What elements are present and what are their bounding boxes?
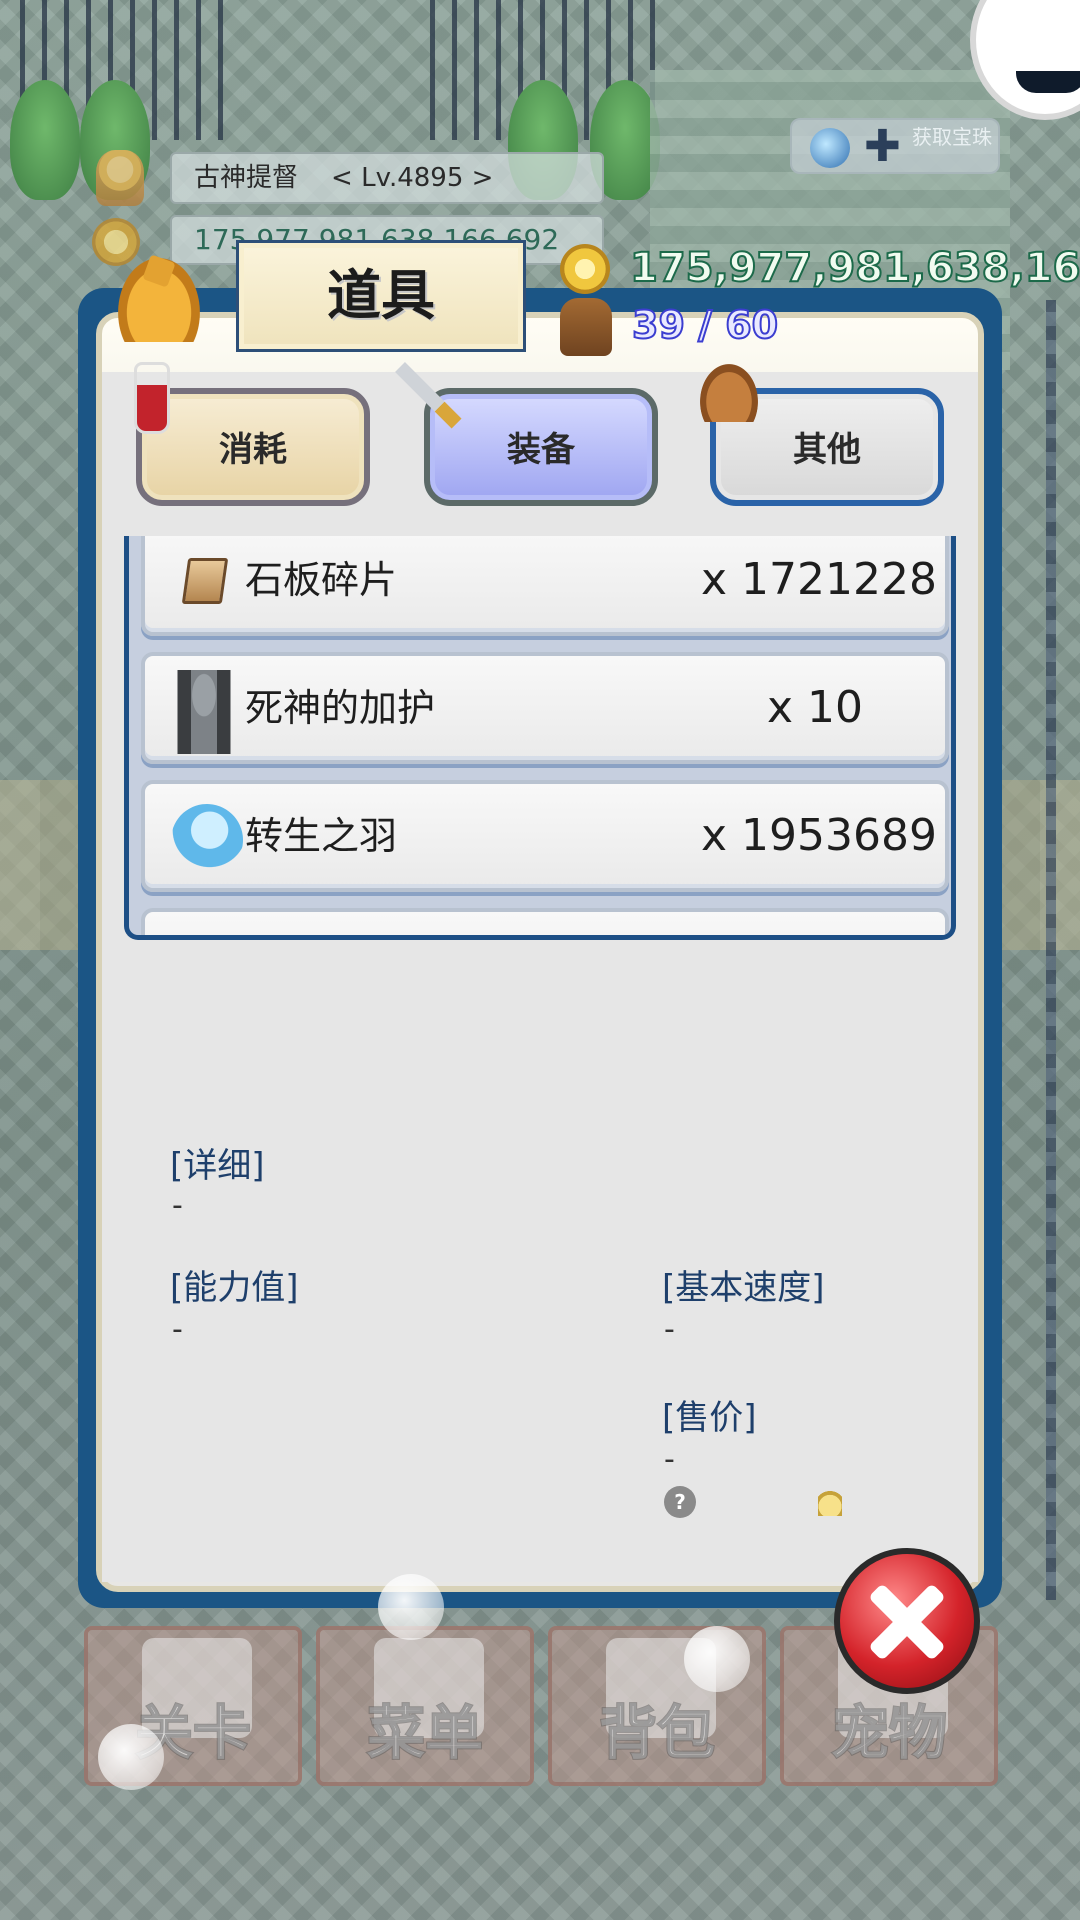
item-quantity: x 1953689 [701,810,937,861]
player-name-level: 古神提督 < Lv.4895 > [170,152,604,204]
player-avatar [96,150,144,206]
backpack-icon [560,298,612,356]
potion-icon [134,362,170,434]
ability-value: - [172,1312,183,1347]
close-button[interactable] [834,1548,980,1694]
nav-bag-label: 背包 [598,1698,716,1768]
item-bag-icon [118,258,200,342]
base-speed-value: - [664,1312,675,1347]
help-icon[interactable]: ? [664,1486,696,1518]
panel-title: 道具 [236,240,526,352]
list-item[interactable]: 死神的加护 x 10 [141,652,949,764]
list-item[interactable]: 转生之羽 x 1953689 [141,780,949,892]
nav-menu-button[interactable]: 菜单 [316,1626,534,1786]
item-list[interactable]: 石板碎片 x 1721228 死神的加护 x 10 转生之羽 x 1953689… [124,536,956,940]
gold-coin-icon [560,244,610,294]
sack-icon [700,364,758,422]
item-name: 死神的加护 [245,686,436,730]
drop-icon [818,1484,842,1516]
inventory-capacity: 39 / 60 [631,302,779,348]
get-gem-button[interactable]: ✚ 获取宝珠 [790,118,1000,174]
base-speed-label: [基本速度] [662,1268,825,1308]
item-name: 转生之羽 [245,814,398,858]
gem-orb-icon [810,128,850,168]
ability-label: [能力值] [170,1268,299,1308]
reaper-statue-icon [171,670,237,754]
get-gem-label: 获取宝珠 [912,125,992,149]
feather-icon [157,790,257,890]
tree [10,80,80,200]
item-name: - [185,918,196,940]
tab-consume[interactable]: 消耗 [136,388,370,506]
bubble [684,1626,750,1692]
bubble [98,1724,164,1790]
detail-value: - [172,1188,183,1223]
bubble [378,1574,444,1640]
nav-pet-label: 宠物 [830,1698,948,1768]
detail-label: [详细] [170,1146,265,1186]
price-label: [售价] [662,1398,757,1438]
item-quantity: x 10 [766,682,863,733]
gold-amount: 175,977,981,638,166,692 [630,244,1080,292]
price-value: - [664,1442,675,1477]
nav-menu-label: 菜单 [366,1698,484,1768]
item-quantity: x 1721228 [701,554,937,605]
item-name: 石板碎片 [245,558,398,602]
list-item[interactable]: 石板碎片 x 1721228 [141,536,949,636]
plus-icon: ✚ [864,121,901,172]
chain-pillar [1046,300,1056,1600]
tab-equip[interactable]: 装备 [424,388,658,506]
stone-tablet-icon [181,558,229,604]
list-item[interactable]: - [141,908,949,935]
